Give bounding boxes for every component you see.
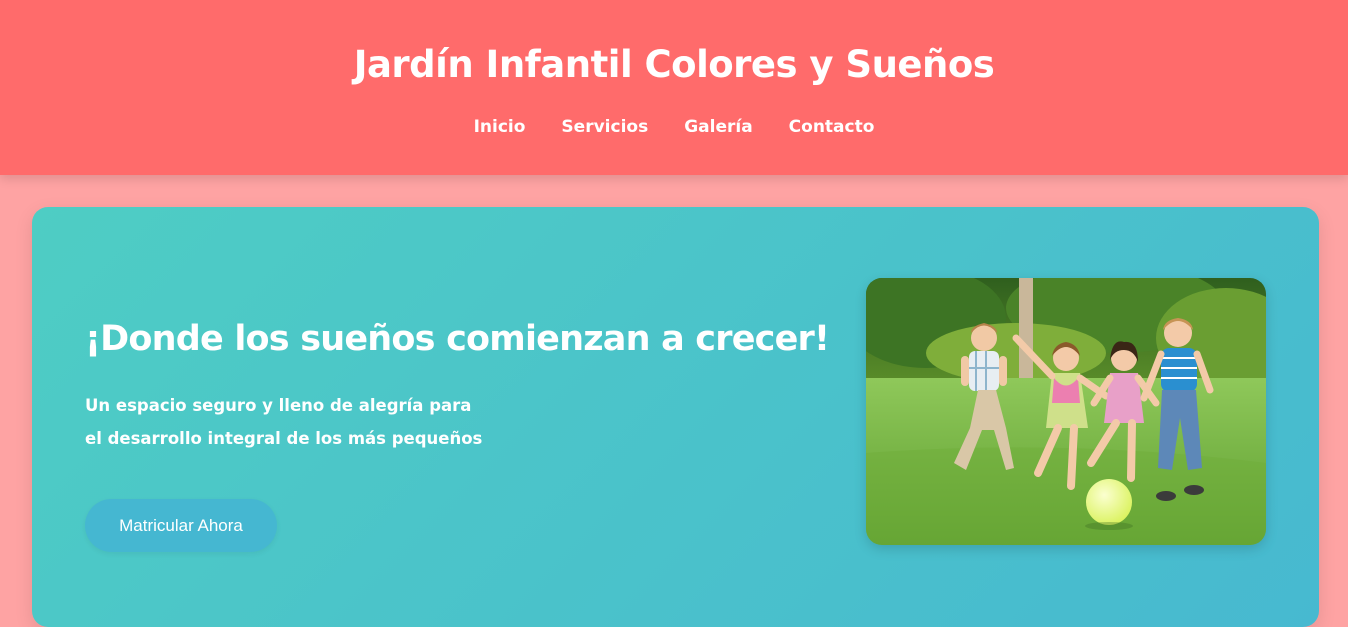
nav-link-galeria[interactable]: Galería [684,113,752,141]
hero-title: ¡Donde los sueños comienzan a crecer! [85,319,830,359]
hero-subtitle: Un espacio seguro y lleno de alegría par… [85,389,505,455]
main-nav: Inicio Servicios Galería Contacto [0,113,1348,141]
nav-link-servicios[interactable]: Servicios [561,113,648,141]
hero-subtitle-line-2: el desarrollo integral de los más pequeñ… [85,429,483,448]
hero-section: ¡Donde los sueños comienzan a crecer! Un… [32,207,1319,627]
children-playing-illustration [866,278,1266,545]
hero-subtitle-line-1: Un espacio seguro y lleno de alegría par… [85,396,472,415]
site-header: Jardín Infantil Colores y Sueños Inicio … [0,0,1348,175]
enroll-button[interactable]: Matricular Ahora [85,499,277,552]
hero-image [866,278,1266,545]
nav-link-contacto[interactable]: Contacto [789,113,875,141]
nav-link-inicio[interactable]: Inicio [474,113,526,141]
site-title: Jardín Infantil Colores y Sueños [353,43,995,86]
